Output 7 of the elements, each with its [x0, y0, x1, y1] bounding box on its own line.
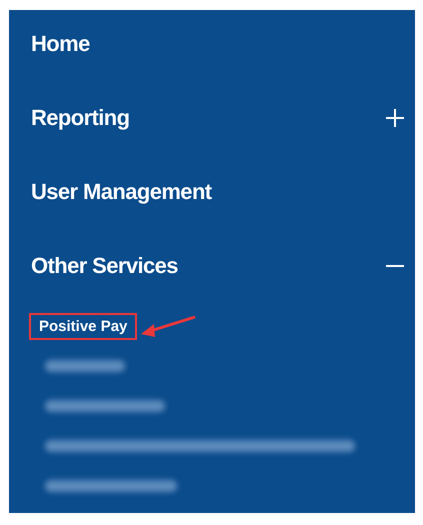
plus-icon[interactable] [385, 108, 405, 128]
annotation-arrow [139, 313, 198, 339]
submenu-item[interactable]: Positive Pay [29, 312, 138, 340]
menu-item[interactable]: Home [31, 31, 90, 57]
menu-item[interactable]: Reporting [31, 105, 130, 131]
menu-item[interactable]: Other Services [31, 253, 178, 279]
menu-item[interactable]: User Management [31, 179, 212, 205]
